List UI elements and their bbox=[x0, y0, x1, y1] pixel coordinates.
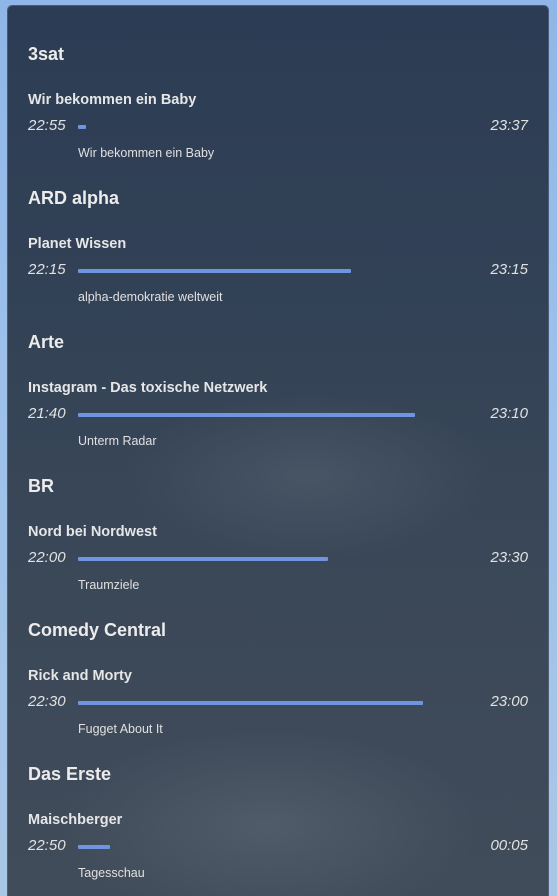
start-time: 22:00 bbox=[28, 549, 66, 566]
show-progress-fill bbox=[78, 845, 110, 849]
show-progress-bar bbox=[78, 701, 468, 705]
show-progress-bar bbox=[78, 125, 468, 129]
channel-block[interactable]: Comedy Central Rick and Morty 22:30 23:0… bbox=[28, 582, 528, 736]
start-time: 21:40 bbox=[28, 405, 66, 422]
show-progress-bar bbox=[78, 413, 468, 417]
end-time: 00:05 bbox=[490, 837, 528, 854]
start-time: 22:15 bbox=[28, 261, 66, 278]
end-time: 23:10 bbox=[490, 405, 528, 422]
channel-name: BR bbox=[28, 476, 54, 496]
current-show-title: Rick and Morty bbox=[28, 668, 132, 684]
channel-name: Das Erste bbox=[28, 764, 112, 784]
start-time: 22:30 bbox=[28, 693, 66, 710]
channel-block[interactable]: Arte Instagram - Das toxische Netzwerk 2… bbox=[28, 294, 528, 448]
show-progress-fill bbox=[78, 701, 423, 705]
channel-name: ARD alpha bbox=[28, 188, 120, 208]
tv-guide-card: 3sat Wir bekommen ein Baby 22:55 23:37 W… bbox=[8, 6, 548, 896]
start-time: 22:50 bbox=[28, 837, 66, 854]
show-progress-fill bbox=[78, 557, 328, 561]
show-progress-bar bbox=[78, 845, 468, 849]
current-show-title: Nord bei Nordwest bbox=[28, 524, 157, 540]
end-time: 23:00 bbox=[490, 693, 528, 710]
end-time: 23:15 bbox=[490, 261, 528, 278]
start-time: 22:55 bbox=[28, 117, 66, 134]
show-progress-fill bbox=[78, 413, 415, 417]
channel-name: 3sat bbox=[28, 44, 65, 64]
show-progress-fill bbox=[78, 269, 351, 273]
channel-block[interactable]: 3sat Wir bekommen ein Baby 22:55 23:37 W… bbox=[28, 6, 528, 160]
channel-block[interactable]: ARD alpha Planet Wissen 22:15 23:15 alph… bbox=[28, 150, 528, 304]
channel-name: Arte bbox=[28, 332, 65, 352]
current-show-title: Planet Wissen bbox=[28, 236, 127, 252]
end-time: 23:30 bbox=[490, 549, 528, 566]
show-progress-bar bbox=[78, 269, 468, 273]
channel-block[interactable]: Das Erste Maischberger 22:50 00:05 Tages… bbox=[28, 726, 528, 880]
current-show-title: Maischberger bbox=[28, 812, 123, 828]
channel-name: Comedy Central bbox=[28, 620, 167, 640]
show-progress-bar bbox=[78, 557, 468, 561]
channel-block[interactable]: BR Nord bei Nordwest 22:00 23:30 Traumzi… bbox=[28, 438, 528, 592]
current-show-title: Instagram - Das toxische Netzwerk bbox=[28, 380, 268, 396]
show-progress-fill bbox=[78, 125, 86, 129]
next-show-title: Tagesschau bbox=[78, 866, 145, 880]
current-show-title: Wir bekommen ein Baby bbox=[28, 92, 197, 108]
end-time: 23:37 bbox=[490, 117, 528, 134]
